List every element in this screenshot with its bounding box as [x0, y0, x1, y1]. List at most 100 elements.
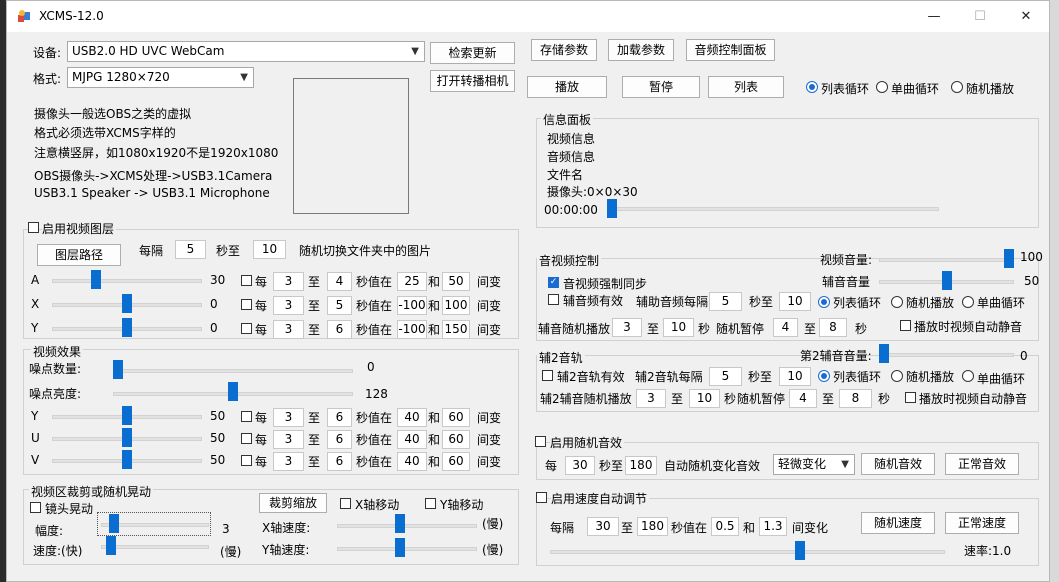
- effect-row-high-input[interactable]: 60: [442, 430, 470, 449]
- aux-to-input[interactable]: 10: [779, 292, 811, 311]
- track2-every-input[interactable]: 5: [709, 367, 742, 386]
- av-sync-checkbox[interactable]: ✓: [548, 277, 559, 288]
- mode-single-radio[interactable]: [876, 81, 888, 93]
- aux-pause-max-input[interactable]: 8: [819, 318, 847, 337]
- play-button[interactable]: 播放: [527, 76, 607, 98]
- layer-row-every-min-input[interactable]: 3: [273, 320, 304, 339]
- effect-row-auto-checkbox[interactable]: [241, 433, 252, 444]
- effect-row-high-input[interactable]: 60: [442, 452, 470, 471]
- list-button[interactable]: 列表: [708, 76, 784, 98]
- layer-row-low-input[interactable]: -100: [397, 296, 427, 315]
- random-fx-button[interactable]: 随机音效: [861, 453, 935, 475]
- aux-pause-min-input[interactable]: 4: [773, 318, 798, 337]
- effect-row-every-max-input[interactable]: 6: [327, 452, 352, 471]
- track2-mode-list-radio[interactable]: [818, 370, 830, 382]
- mode-random-radio[interactable]: [951, 81, 963, 93]
- aux-every-input[interactable]: 5: [709, 292, 742, 311]
- shake-speed-track[interactable]: [101, 545, 209, 549]
- video-volume-track[interactable]: [879, 258, 1014, 262]
- pause-button[interactable]: 暂停: [622, 76, 700, 98]
- track2-auto-mute-checkbox[interactable]: [905, 392, 916, 403]
- random-fx-checkbox[interactable]: [535, 436, 546, 447]
- layer-row-auto-checkbox[interactable]: [241, 323, 252, 334]
- layer-row-low-input[interactable]: 25: [397, 272, 427, 291]
- search-update-button[interactable]: 检索更新: [430, 42, 515, 64]
- track2-to-input[interactable]: 10: [779, 367, 811, 386]
- progress-thumb[interactable]: [607, 199, 617, 218]
- y-speed-track[interactable]: [337, 547, 477, 551]
- layer-path-button[interactable]: 图层路径: [37, 244, 121, 266]
- track2-mode-random-radio[interactable]: [891, 370, 903, 382]
- layer-row-auto-checkbox[interactable]: [241, 299, 252, 310]
- x-speed-track[interactable]: [337, 524, 477, 528]
- shake-speed-thumb[interactable]: [106, 536, 116, 555]
- aux-mode-random-radio[interactable]: [891, 296, 903, 308]
- open-camera-button[interactable]: 打开转播相机: [430, 70, 515, 92]
- layer-row-every-max-input[interactable]: 5: [327, 296, 352, 315]
- layer-enable-checkbox[interactable]: [28, 222, 39, 233]
- progress-track[interactable]: [607, 207, 939, 211]
- layer-row-high-input[interactable]: 100: [442, 296, 470, 315]
- maximize-button[interactable]: ☐: [957, 1, 1003, 32]
- layer-row-high-input[interactable]: 50: [442, 272, 470, 291]
- close-button[interactable]: ✕: [1003, 1, 1049, 32]
- layer-row-auto-checkbox[interactable]: [241, 275, 252, 286]
- aux-auto-mute-checkbox[interactable]: [900, 320, 911, 331]
- effect-row-every-max-input[interactable]: 6: [327, 408, 352, 427]
- save-params-button[interactable]: 存储参数: [531, 39, 597, 61]
- load-params-button[interactable]: 加载参数: [608, 39, 674, 61]
- video-volume-thumb[interactable]: [1004, 249, 1014, 268]
- track2-pause-min-input[interactable]: 4: [789, 389, 817, 408]
- layer-row-high-input[interactable]: 150: [442, 320, 470, 339]
- y-move-checkbox[interactable]: [425, 498, 436, 509]
- random-fx-min-input[interactable]: 30: [565, 456, 595, 475]
- effect-row-every-min-input[interactable]: 3: [273, 452, 304, 471]
- layer-row-track[interactable]: [52, 279, 202, 283]
- noise-count-thumb[interactable]: [113, 360, 123, 379]
- track2-volume-thumb[interactable]: [879, 344, 889, 363]
- layer-row-every-max-input[interactable]: 6: [327, 320, 352, 339]
- layer-row-thumb[interactable]: [91, 270, 101, 289]
- minimize-button[interactable]: —: [911, 1, 957, 32]
- amplitude-thumb[interactable]: [109, 514, 119, 533]
- crop-zoom-button[interactable]: 裁剪缩放: [259, 493, 327, 513]
- layer-row-every-min-input[interactable]: 3: [273, 272, 304, 291]
- effect-row-low-input[interactable]: 40: [397, 430, 427, 449]
- effect-row-every-max-input[interactable]: 6: [327, 430, 352, 449]
- track2-random-min-input[interactable]: 3: [636, 389, 666, 408]
- layer-every-input[interactable]: 5: [175, 240, 206, 259]
- effect-row-thumb[interactable]: [122, 406, 132, 425]
- mode-list-radio[interactable]: [806, 81, 818, 93]
- speed-rate-thumb[interactable]: [795, 541, 805, 560]
- layer-row-every-max-input[interactable]: 4: [327, 272, 352, 291]
- track2-mode-single-radio[interactable]: [962, 370, 974, 382]
- track2-pause-max-input[interactable]: 8: [839, 389, 872, 408]
- device-select[interactable]: USB2.0 HD UVC WebCam ▼: [67, 41, 425, 62]
- aux-random-max-input[interactable]: 10: [663, 318, 694, 337]
- effect-row-auto-checkbox[interactable]: [241, 411, 252, 422]
- random-fx-max-input[interactable]: 180: [625, 456, 657, 475]
- layer-to-input[interactable]: 10: [253, 240, 286, 259]
- normal-fx-button[interactable]: 正常音效: [945, 453, 1019, 475]
- speed-rate-track[interactable]: [550, 550, 945, 554]
- speed-low-input[interactable]: 0.5: [711, 517, 739, 536]
- effect-row-high-input[interactable]: 60: [442, 408, 470, 427]
- track2-valid-checkbox[interactable]: [542, 370, 553, 381]
- track2-random-max-input[interactable]: 10: [689, 389, 720, 408]
- effect-row-thumb[interactable]: [122, 428, 132, 447]
- random-speed-button[interactable]: 随机速度: [861, 512, 935, 534]
- speed-max-input[interactable]: 180: [637, 517, 668, 536]
- speed-high-input[interactable]: 1.3: [759, 517, 787, 536]
- format-select[interactable]: MJPG 1280×720 ▼: [67, 67, 254, 88]
- effect-row-thumb[interactable]: [122, 450, 132, 469]
- aux-mode-single-radio[interactable]: [962, 296, 974, 308]
- fx-level-select[interactable]: 轻微变化 ▼: [773, 454, 855, 475]
- effect-row-low-input[interactable]: 40: [397, 452, 427, 471]
- y-speed-thumb[interactable]: [395, 538, 405, 557]
- noise-count-track[interactable]: [113, 369, 353, 373]
- effect-row-every-min-input[interactable]: 3: [273, 430, 304, 449]
- aux-valid-checkbox[interactable]: [548, 294, 559, 305]
- speed-enable-checkbox[interactable]: [536, 492, 547, 503]
- layer-row-thumb[interactable]: [122, 294, 132, 313]
- layer-row-every-min-input[interactable]: 3: [273, 296, 304, 315]
